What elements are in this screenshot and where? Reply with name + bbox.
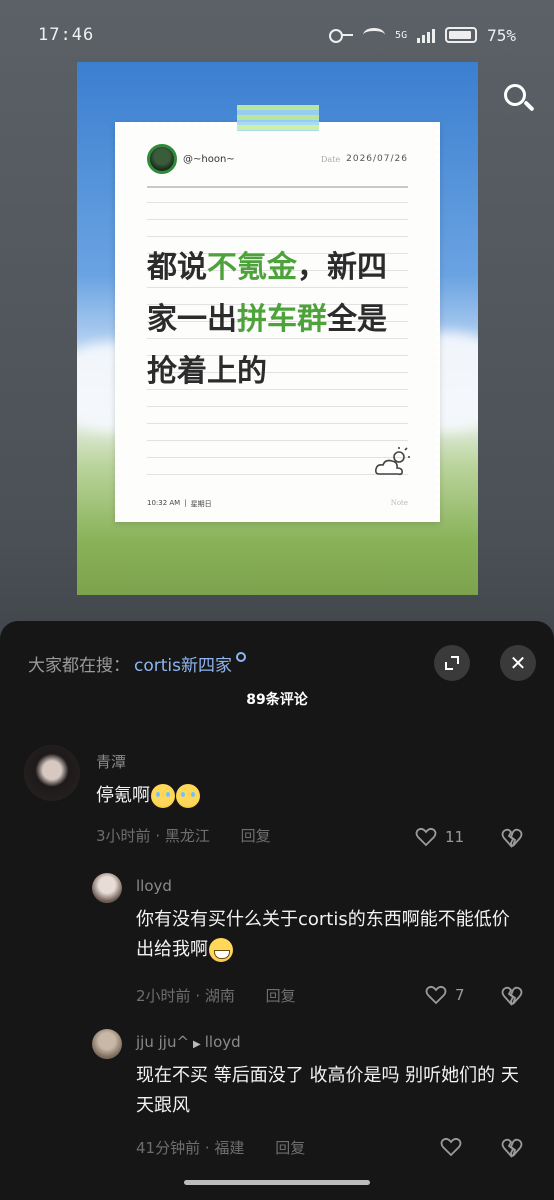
battery-icon xyxy=(445,27,478,43)
like-count: 11 xyxy=(445,828,465,846)
comment-meta: 3小时前 · 黑龙江 回复 xyxy=(96,827,271,845)
comment-count: 89条评论 xyxy=(246,692,308,708)
avatar[interactable] xyxy=(92,1029,122,1059)
note-date: 2026/07/26 xyxy=(346,154,408,164)
search-icon xyxy=(235,652,246,662)
like-button[interactable]: 11 xyxy=(415,827,464,847)
post-image[interactable]: @~hoon~ Date 2026/07/26 都说不氪金，新四家一出拼车群全是… xyxy=(77,62,478,595)
dislike-icon[interactable] xyxy=(500,985,524,1007)
like-count: 7 xyxy=(455,986,465,1004)
avatar xyxy=(147,144,177,174)
comment-text: 你有没有买什么关于cortis的东西啊能不能低价出给我啊 xyxy=(136,909,510,962)
status-icons: 5G 75% xyxy=(329,26,516,45)
crying-face-emoji xyxy=(176,784,200,808)
heart-icon xyxy=(425,985,447,1005)
avatar[interactable] xyxy=(24,745,80,801)
comment-text: 现在不买 等后面没了 收高价是吗 别听她们的 天天跟风 xyxy=(136,1065,519,1116)
note-header: @~hoon~ Date 2026/07/26 xyxy=(147,144,408,174)
comment-author[interactable]: 青潭 xyxy=(96,751,126,772)
note-footer: 10:32 AM | 星期日 Note xyxy=(147,499,408,508)
comment-item: 青潭 停氪啊 3小时前 · 黑龙江 回复 11 xyxy=(0,741,554,861)
comment-sheet: 大家都在搜： cortis新四家 ✕ 89条评论 青潭 停氪啊 3小时前 · 黑… xyxy=(0,621,554,1200)
expand-button[interactable] xyxy=(434,645,470,681)
comment-text: 停氪啊 xyxy=(96,781,496,811)
reply-arrow-icon: ▶ xyxy=(193,1039,201,1050)
heart-icon xyxy=(415,827,437,847)
avatar[interactable] xyxy=(92,873,122,903)
comment-meta: 41分钟前 · 福建 回复 xyxy=(136,1139,306,1157)
crying-face-emoji xyxy=(151,784,175,808)
signal-icon xyxy=(417,27,436,43)
key-icon xyxy=(329,29,354,43)
cloud-sun-icon xyxy=(373,446,413,487)
note-paper: @~hoon~ Date 2026/07/26 都说不氪金，新四家一出拼车群全是… xyxy=(115,122,440,522)
home-indicator[interactable] xyxy=(184,1180,370,1185)
like-button[interactable] xyxy=(440,1137,462,1157)
hot-search-term[interactable]: cortis新四家 xyxy=(134,651,232,676)
comment-author[interactable]: jju jju^ ▶ lloyd xyxy=(136,1033,241,1051)
note-date-label: Date xyxy=(320,154,341,164)
comment-author[interactable]: lloyd xyxy=(136,877,172,895)
comment-item: jju jju^ ▶ lloyd 现在不买 等后面没了 收高价是吗 别听她们的 天天… xyxy=(0,1027,554,1177)
reply-button[interactable]: 回复 xyxy=(275,1139,305,1157)
note-text: 都说不氪金，新四家一出拼车群全是抢着上的 xyxy=(147,250,387,389)
reply-button[interactable]: 回复 xyxy=(241,827,271,845)
expand-icon xyxy=(445,656,459,670)
status-time: 17:46 xyxy=(38,25,95,45)
network-label: 5G xyxy=(395,29,408,41)
grinning-face-emoji xyxy=(209,938,233,962)
comment-meta: 2小时前 · 湖南 回复 xyxy=(136,987,296,1005)
comment-item: lloyd 你有没有买什么关于cortis的东西啊能不能低价出给我啊 2小时前 … xyxy=(0,871,554,1021)
washi-tape xyxy=(237,105,319,131)
heart-icon xyxy=(440,1137,462,1157)
close-icon: ✕ xyxy=(509,651,527,675)
hot-search-label: 大家都在搜： xyxy=(28,655,130,676)
battery-level: 75% xyxy=(487,25,516,45)
reply-button[interactable]: 回复 xyxy=(266,987,296,1005)
wifi-icon xyxy=(363,28,386,42)
sheet-header: 大家都在搜： cortis新四家 ✕ xyxy=(28,643,536,683)
close-button[interactable]: ✕ xyxy=(500,645,536,681)
dislike-icon[interactable] xyxy=(500,1137,524,1159)
like-button[interactable]: 7 xyxy=(425,985,465,1005)
dislike-icon[interactable] xyxy=(500,827,524,849)
search-button[interactable] xyxy=(500,80,536,116)
status-bar: 17:46 5G 75% xyxy=(0,0,554,70)
note-handle: @~hoon~ xyxy=(183,153,235,165)
